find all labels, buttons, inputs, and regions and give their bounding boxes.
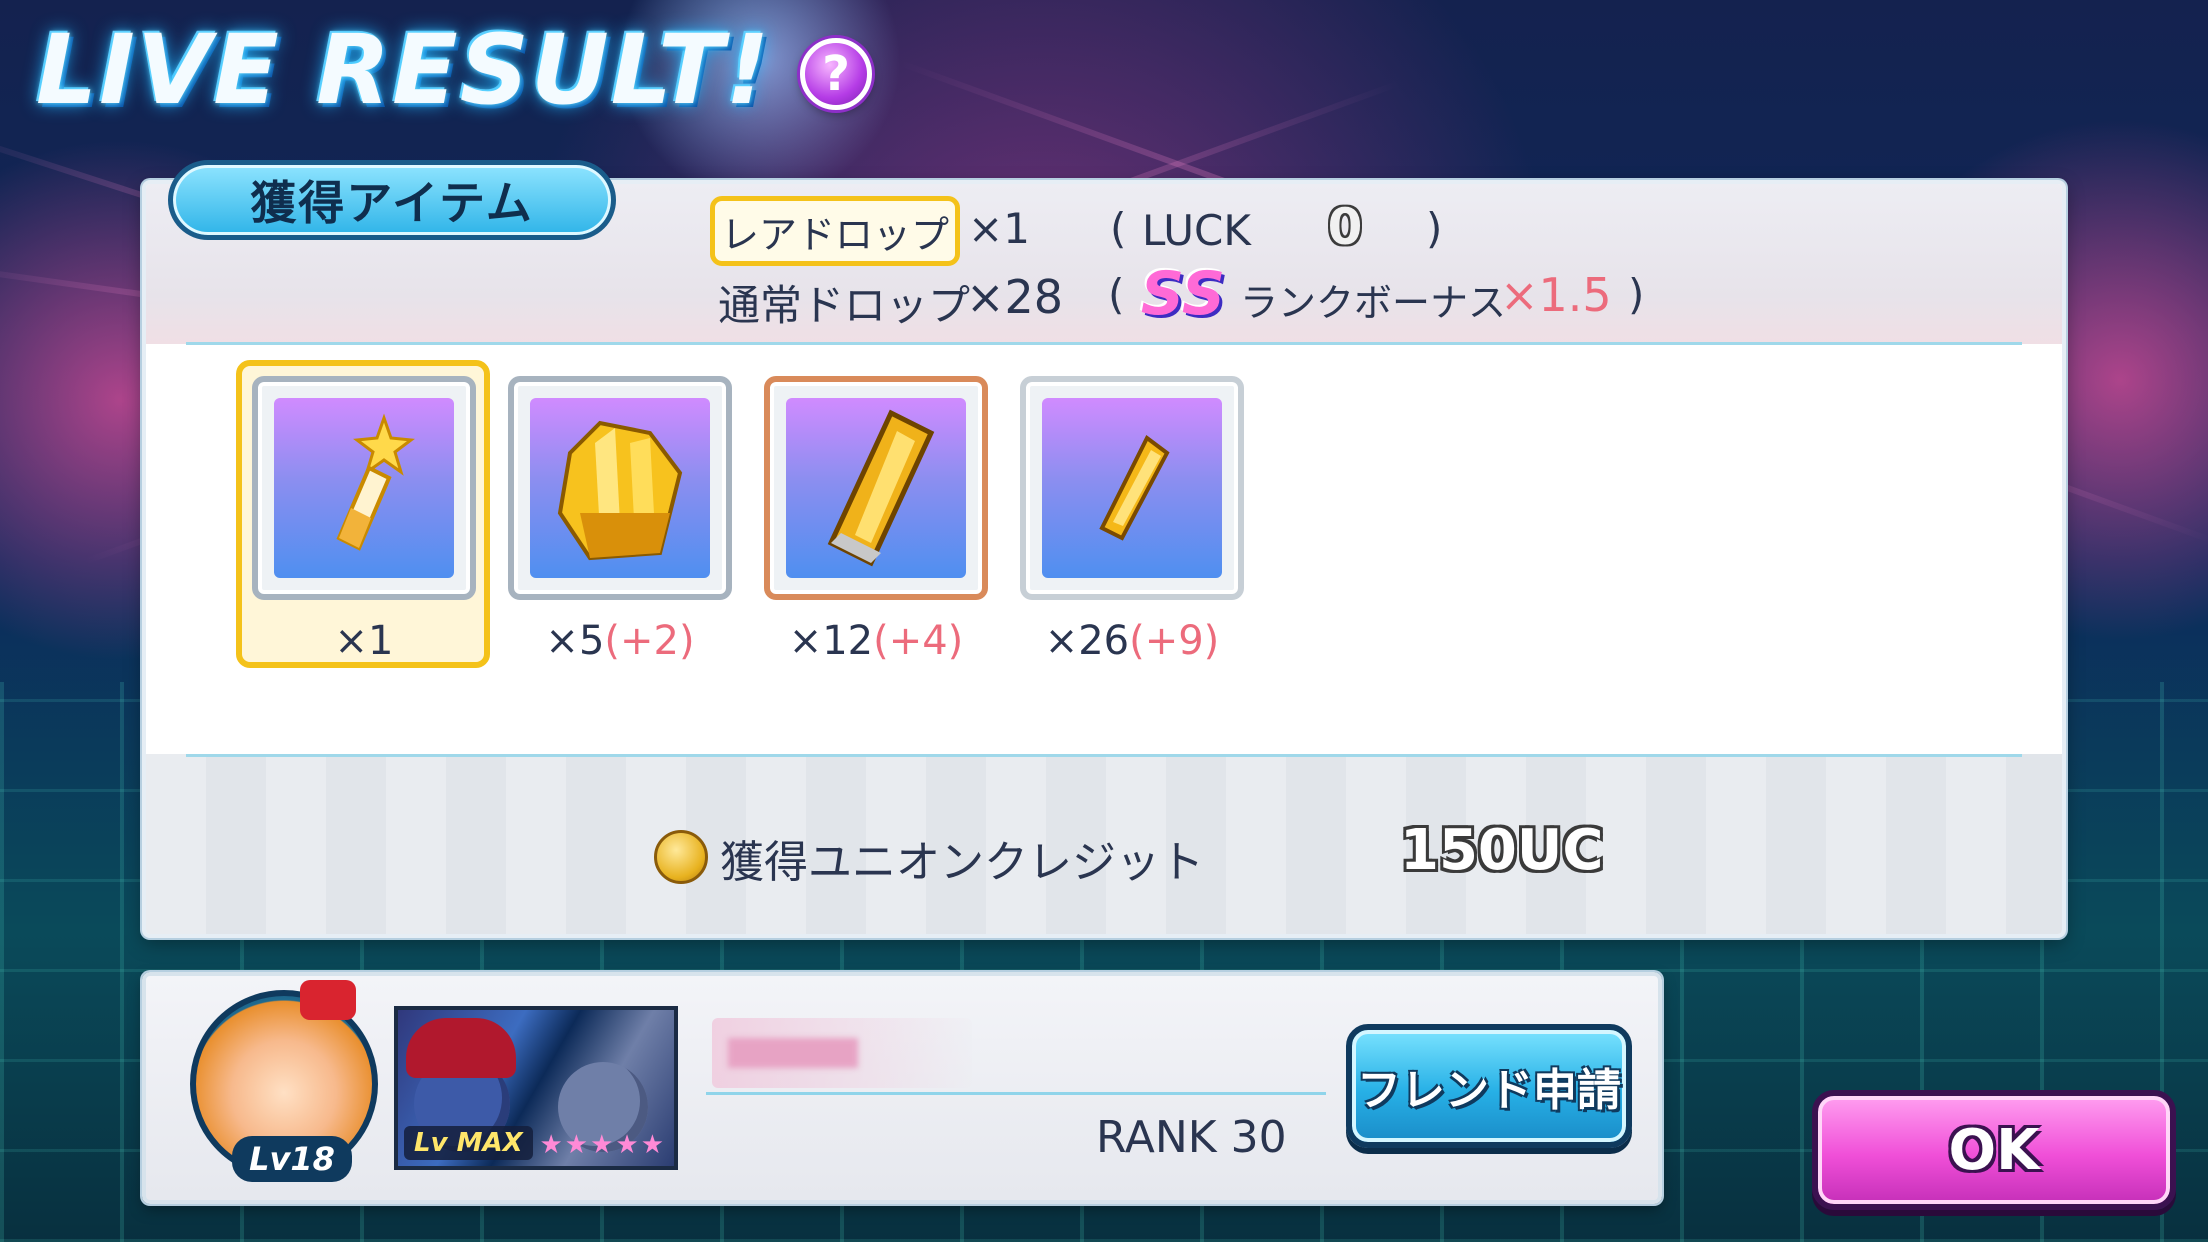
normal-drop-label: 通常ドロップ [718, 281, 971, 330]
gold-crystal-cluster-icon [557, 420, 683, 561]
item-count: ×5(+2) [545, 618, 695, 664]
card-rarity-stars: ★★★★★ [539, 1130, 666, 1160]
union-credit-coin-icon [654, 830, 708, 884]
luck-label: LUCK [1142, 206, 1251, 255]
avatar-bow-icon [300, 980, 356, 1020]
luck-open-paren: ( [1110, 204, 1127, 253]
ok-button[interactable]: OK [1812, 1090, 2176, 1210]
question-icon: ? [822, 46, 850, 102]
rank-bonus-label: ランクボーナス [1240, 281, 1507, 325]
item-count: ×26(+9) [1044, 618, 1220, 664]
section-tab-obtained-items: 獲得アイテム [168, 160, 616, 240]
luck-close-paren: ) [1426, 204, 1443, 253]
bonus-close-paren: ) [1628, 270, 1645, 319]
gold-crystal-large-icon [827, 409, 935, 567]
divider [706, 1092, 1326, 1095]
leader-card-thumbnail[interactable]: Lv MAX ★★★★★ [394, 1006, 678, 1170]
rare-drop-badge: レアドロップ [710, 196, 960, 266]
avatar-level-badge: Lv18 [232, 1136, 352, 1182]
help-button[interactable]: ? [800, 38, 872, 110]
rare-drop-count: ×1 [968, 204, 1030, 253]
star-crystal-icon [336, 413, 415, 551]
union-credit-value: 150UC [1400, 818, 1604, 883]
friend-request-button[interactable]: フレンド申請 [1346, 1024, 1632, 1148]
luck-value: 0 [1327, 198, 1363, 256]
item-count: ×12(+4) [788, 618, 964, 664]
player-rank: RANK 30 [1096, 1112, 1287, 1163]
bonus-open-paren: ( [1108, 270, 1125, 319]
ss-rank-badge: SS [1140, 259, 1226, 329]
item-count: ×1 [334, 618, 394, 664]
player-name-redacted [712, 1018, 972, 1088]
union-credit-label: 獲得ユニオンクレジット [720, 837, 1204, 888]
gold-crystal-shard-icon [1099, 434, 1170, 541]
rank-bonus-multiplier: ×1.5 [1500, 268, 1612, 322]
page-title: LIVE RESULT! [36, 14, 772, 126]
normal-drop-count: ×28 [966, 270, 1064, 324]
card-level-badge: Lv MAX [404, 1126, 533, 1160]
